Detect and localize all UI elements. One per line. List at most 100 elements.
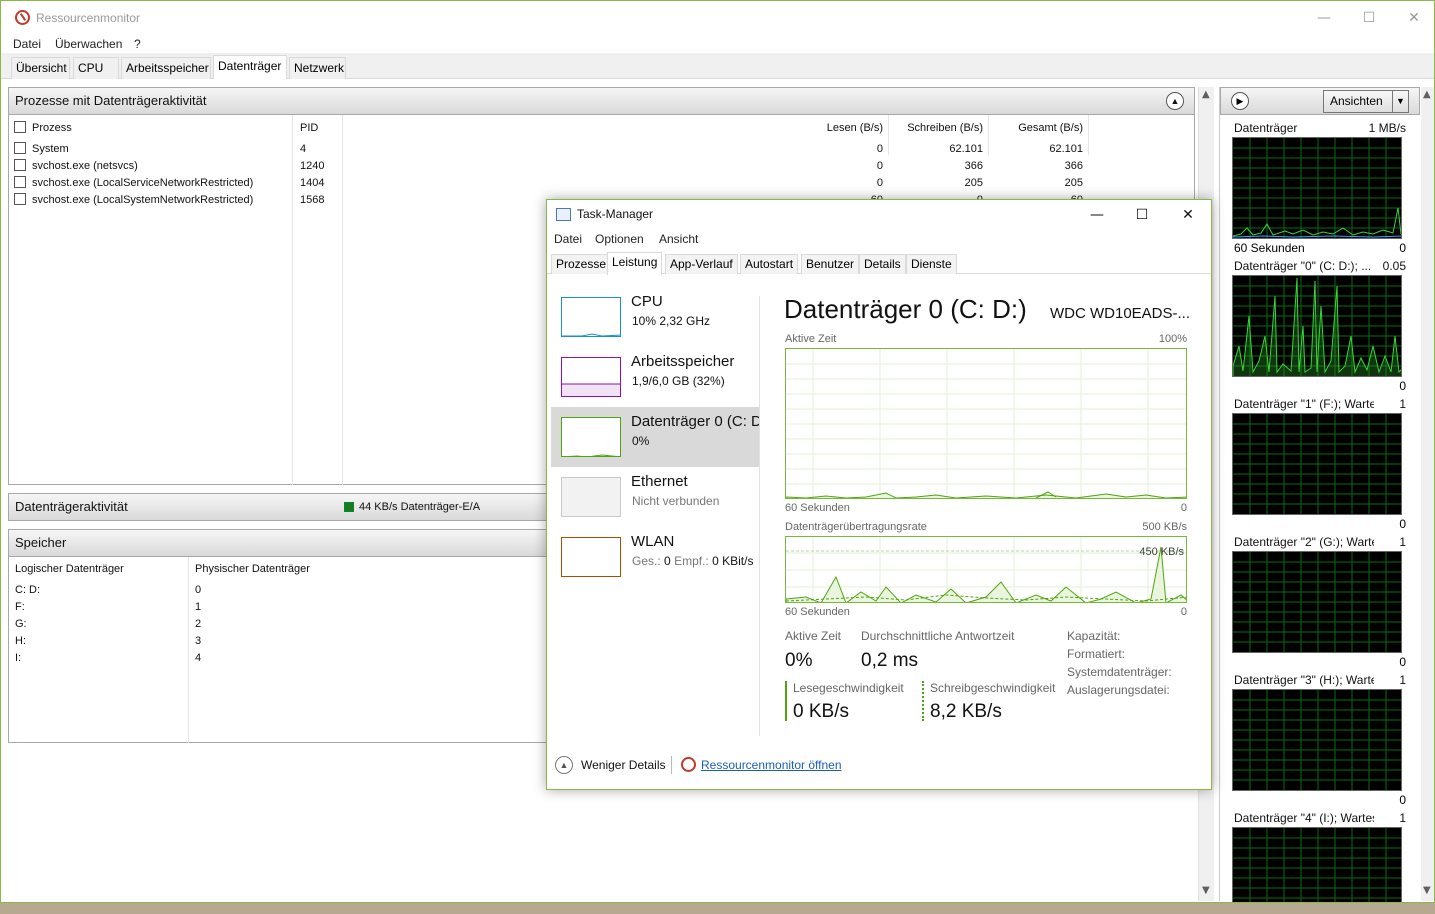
- processes-section-header[interactable]: Prozesse mit Datenträgeraktivität ▲: [8, 87, 1195, 115]
- row-checkbox[interactable]: [14, 159, 26, 171]
- active-time-chart: [785, 348, 1187, 499]
- sidebar-sub: 10% 2,32 GHz: [632, 314, 711, 328]
- process-name[interactable]: System: [32, 143, 69, 155]
- wlan-send-value: 0: [664, 554, 671, 568]
- graph-canvas: [1232, 551, 1402, 653]
- tab-netzwerk[interactable]: Netzwerk: [289, 57, 346, 79]
- open-resource-monitor-link[interactable]: Ressourcenmonitor öffnen: [701, 758, 842, 772]
- graphs-scrollbar[interactable]: ▲ ▼: [1421, 87, 1434, 901]
- physical-drive: 2: [195, 618, 202, 630]
- tm-tab-app-verlauf[interactable]: App-Verlauf: [665, 254, 738, 274]
- sidebar-label: Datenträger 0 (C: D:): [631, 413, 759, 430]
- graph-title: Datenträger "3" (H:); Wartes...: [1234, 673, 1374, 687]
- col-pid[interactable]: PID: [300, 122, 318, 134]
- transfer-rate-chart: 450 KB/s: [785, 536, 1187, 603]
- scroll-up-icon[interactable]: ▲: [1202, 89, 1210, 100]
- activity-indicator-icon: [344, 502, 354, 512]
- sidebar-item-wlan[interactable]: WLAN Ges.: 0 Empf.: 0 KBit/s: [551, 527, 759, 587]
- stat-response-value: 0,2 ms: [861, 650, 919, 671]
- maximize-button[interactable]: ☐: [1346, 5, 1392, 31]
- rm-window-title: Ressourcenmonitor: [36, 11, 141, 25]
- tm-tab-details[interactable]: Details: [859, 254, 906, 274]
- row-checkbox[interactable]: [14, 176, 26, 188]
- tm-tab-dienste[interactable]: Dienste: [906, 254, 957, 274]
- process-total: 62.101: [1049, 143, 1083, 155]
- fewer-details-button[interactable]: Weniger Details: [581, 758, 665, 772]
- process-name[interactable]: svchost.exe (LocalSystemNetworkRestricte…: [32, 194, 253, 206]
- processes-section-title: Prozesse mit Datenträgeraktivität: [15, 93, 207, 108]
- logical-drive: F:: [15, 601, 25, 613]
- scroll-down-icon[interactable]: ▼: [1423, 885, 1431, 896]
- tm-tab-autostart[interactable]: Autostart: [740, 254, 799, 274]
- sidebar-item-memory[interactable]: Arbeitsspeicher 1,9/6,0 GB (32%): [551, 347, 759, 407]
- sidebar-sub: 1,9/6,0 GB (32%): [632, 374, 725, 388]
- row-checkbox[interactable]: [14, 193, 26, 205]
- chevron-down-icon[interactable]: ▼: [1392, 91, 1408, 112]
- sidebar-item-disk-0[interactable]: Datenträger 0 (C: D:) 0%: [551, 407, 759, 467]
- col-divider: [292, 115, 293, 485]
- tm-menubar: Datei Optionen Ansicht: [547, 230, 1211, 250]
- perf-model: WDC WD10EADS-...: [1050, 305, 1190, 322]
- resource-monitor-icon: [681, 757, 696, 772]
- views-button[interactable]: Ansichten ▼: [1323, 90, 1409, 113]
- select-all-checkbox[interactable]: [14, 121, 26, 133]
- tm-menu-datei[interactable]: Datei: [554, 232, 582, 246]
- stat-write-label: Schreibgeschwindigkeit: [930, 681, 1056, 695]
- graph-canvas: [1232, 413, 1402, 515]
- chevron-up-icon[interactable]: ▲: [555, 756, 573, 774]
- physical-drive: 3: [195, 635, 202, 647]
- sidebar-item-ethernet[interactable]: Ethernet Nicht verbunden: [551, 467, 759, 527]
- scroll-down-icon[interactable]: ▼: [1202, 885, 1210, 896]
- process-name[interactable]: svchost.exe (netsvcs): [32, 160, 138, 172]
- close-button[interactable]: ✕: [1391, 5, 1434, 31]
- col-divider: [1088, 115, 1089, 155]
- menu-datei[interactable]: Datei: [13, 37, 41, 51]
- collapse-up-icon[interactable]: ▲: [1166, 92, 1184, 110]
- graph-canvas: [1232, 137, 1402, 239]
- active-time-footer-left: 60 Sekunden: [785, 502, 850, 514]
- col-lesen[interactable]: Lesen (B/s): [789, 122, 883, 134]
- graph-title: Datenträger "2" (G:); Wartes...: [1234, 535, 1374, 549]
- wlan-recv-value: 0 KBit/s: [712, 554, 754, 568]
- tab-uebersicht[interactable]: Übersicht: [11, 57, 70, 79]
- row-checkbox[interactable]: [14, 142, 26, 154]
- col-logical[interactable]: Logischer Datenträger: [15, 563, 124, 575]
- expand-right-icon[interactable]: ▶: [1231, 92, 1249, 110]
- tm-tab-leistung[interactable]: Leistung: [607, 252, 663, 275]
- process-write: 366: [964, 160, 983, 172]
- col-schreiben[interactable]: Schreiben (B/s): [889, 122, 983, 134]
- process-name[interactable]: svchost.exe (LocalServiceNetworkRestrict…: [32, 177, 253, 189]
- tm-close-button[interactable]: ✕: [1165, 200, 1211, 230]
- graph-scale: 1: [1399, 673, 1406, 687]
- tm-tab-benutzer[interactable]: Benutzer: [801, 254, 860, 274]
- col-gesamt[interactable]: Gesamt (B/s): [989, 122, 1083, 134]
- tm-maximize-button[interactable]: ☐: [1119, 200, 1165, 230]
- minimize-button[interactable]: —: [1301, 5, 1347, 31]
- process-read: 0: [876, 160, 883, 172]
- rm-menubar: Datei Überwachen ?: [1, 35, 1434, 53]
- read-speed-bar: [785, 681, 787, 721]
- tab-cpu[interactable]: CPU: [73, 57, 119, 79]
- transfer-rate-inner-max: 450 KB/s: [1139, 546, 1184, 558]
- process-pid: 1404: [300, 177, 325, 189]
- col-prozess[interactable]: Prozess: [32, 122, 72, 134]
- sidebar-item-cpu[interactable]: CPU 10% 2,32 GHz: [551, 287, 759, 347]
- graphs-panel-header: ▶ Ansichten ▼: [1220, 87, 1420, 115]
- col-divider: [188, 557, 189, 743]
- tm-tab-prozesse[interactable]: Prozesse: [551, 254, 612, 274]
- process-pid: 4: [300, 143, 307, 155]
- views-button-label: Ansichten: [1330, 94, 1383, 108]
- tab-datentraeger[interactable]: Datenträger: [213, 55, 287, 79]
- graph-footer-right: 0: [1399, 517, 1406, 531]
- col-physical[interactable]: Physischer Datenträger: [195, 563, 310, 575]
- scroll-up-icon[interactable]: ▲: [1423, 89, 1431, 100]
- process-read: 0: [876, 177, 883, 189]
- tm-menu-optionen[interactable]: Optionen: [595, 232, 644, 246]
- menu-help[interactable]: ?: [134, 37, 141, 51]
- graph-scale: 0.05: [1382, 259, 1406, 273]
- graph-title: Datenträger "1" (F:); Wartes...: [1234, 397, 1374, 411]
- tm-menu-ansicht[interactable]: Ansicht: [659, 232, 698, 246]
- tab-arbeitsspeicher[interactable]: Arbeitsspeicher: [121, 57, 211, 79]
- tm-minimize-button[interactable]: —: [1074, 200, 1120, 230]
- menu-ueberwachen[interactable]: Überwachen: [55, 37, 122, 51]
